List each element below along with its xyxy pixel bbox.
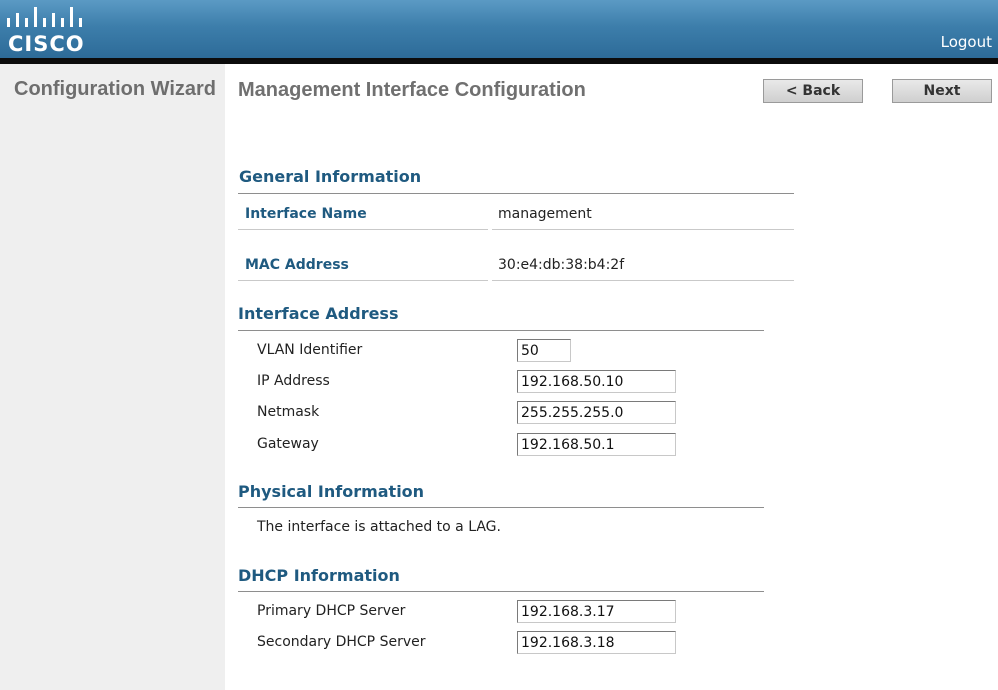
primary-dhcp-label: Primary DHCP Server [257, 603, 406, 619]
ip-address-label: IP Address [257, 373, 330, 389]
sidebar: Configuration Wizard [0, 64, 225, 690]
secondary-dhcp-input[interactable] [517, 631, 676, 654]
interface-name-value: management [498, 206, 592, 222]
netmask-input[interactable] [517, 401, 676, 424]
general-information-divider [238, 193, 794, 194]
secondary-dhcp-label: Secondary DHCP Server [257, 634, 426, 650]
general-information-heading: General Information [239, 167, 422, 186]
page-title: Management Interface Configuration [238, 79, 586, 101]
lag-attachment-text: The interface is attached to a LAG. [257, 519, 501, 535]
next-button[interactable]: Next [892, 79, 992, 103]
interface-address-heading: Interface Address [238, 304, 399, 323]
dhcp-information-heading: DHCP Information [238, 566, 400, 585]
primary-dhcp-input[interactable] [517, 600, 676, 623]
top-banner: CISCO Logout [0, 0, 998, 58]
physical-information-heading: Physical Information [238, 482, 425, 501]
physical-information-divider [238, 507, 764, 508]
mac-address-value: 30:e4:db:38:b4:2f [498, 257, 625, 273]
vlan-identifier-label: VLAN Identifier [257, 342, 363, 358]
gateway-label: Gateway [257, 436, 319, 452]
interface-address-divider [238, 330, 764, 331]
cisco-logo: CISCO [6, 6, 86, 56]
ip-address-input[interactable] [517, 370, 676, 393]
mac-address-label: MAC Address [245, 257, 349, 273]
mac-address-label-underline [238, 280, 488, 281]
cisco-wordmark: CISCO [8, 32, 85, 56]
interface-name-label: Interface Name [245, 206, 367, 222]
dhcp-information-divider [238, 591, 764, 592]
netmask-label: Netmask [257, 404, 320, 420]
interface-name-label-underline [238, 229, 488, 230]
vlan-identifier-input[interactable] [517, 339, 571, 362]
gateway-input[interactable] [517, 433, 676, 456]
cisco-bars-icon [7, 7, 82, 27]
interface-name-value-underline [492, 229, 794, 230]
mac-address-value-underline [492, 280, 794, 281]
back-button[interactable]: < Back [763, 79, 863, 103]
sidebar-title: Configuration Wizard [14, 78, 217, 100]
logout-link[interactable]: Logout [941, 33, 992, 51]
